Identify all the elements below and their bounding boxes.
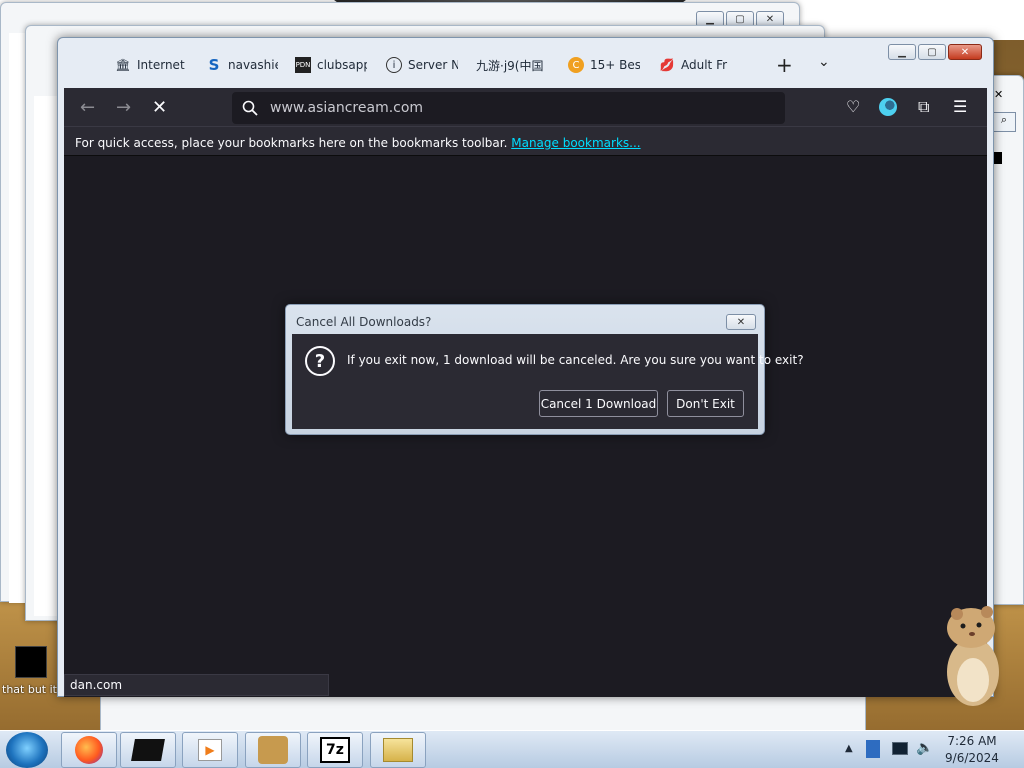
play-icon: ▶ <box>198 739 222 761</box>
black-box-icon <box>131 739 165 761</box>
question-icon: ? <box>305 346 335 376</box>
desktop-file-icon[interactable] <box>15 646 47 678</box>
close-button[interactable]: ✕ <box>948 44 982 60</box>
dialog-body: ? If you exit now, 1 download will be ca… <box>292 334 804 429</box>
menu-icon[interactable]: ☰ <box>953 97 967 116</box>
speaker-icon[interactable]: 🔈 <box>916 740 933 756</box>
forward-arrow-icon[interactable]: → <box>116 97 131 118</box>
tab-strip: 🏛 Internet S navashie PDN clubsapp i Ser… <box>58 38 993 88</box>
pdn-logo-icon: PDN <box>295 57 311 73</box>
clock-date[interactable]: 9/6/2024 <box>942 751 1002 765</box>
stop-loading-icon[interactable]: ✕ <box>152 97 167 118</box>
taskbar-sandboxie[interactable] <box>245 732 301 768</box>
clock-time[interactable]: 7:26 AM <box>942 734 1002 748</box>
taskbar-app[interactable] <box>120 732 176 768</box>
tab-label: navashie <box>228 58 278 72</box>
tab-label: Server N <box>408 58 458 72</box>
chevron-down-icon[interactable]: ⌄ <box>818 54 830 70</box>
window-fragment <box>994 152 1002 164</box>
tab-internet[interactable]: 🏛 Internet <box>115 54 187 76</box>
tab-label: clubsapp <box>317 58 367 72</box>
dont-exit-button[interactable]: Don't Exit <box>667 390 744 417</box>
s-logo-icon: S <box>208 56 220 74</box>
tab-label: 九游·j9(中国 <box>476 58 544 73</box>
dialog-title: Cancel All Downloads? <box>296 315 432 329</box>
status-url: dan.com <box>64 674 329 696</box>
taskbar: ▶ 7z ▲ 🔈 7:26 AM 9/6/2024 <box>0 730 1024 768</box>
monitor-icon[interactable] <box>892 742 908 755</box>
cancel-download-button[interactable]: Cancel 1 Download <box>539 390 658 417</box>
tab-label: 15+ Best <box>590 58 640 72</box>
c-logo-icon: C <box>568 57 584 73</box>
bookmarks-toolbar: For quick access, place your bookmarks h… <box>64 126 987 156</box>
tab-server[interactable]: i Server N <box>386 54 458 76</box>
start-button[interactable] <box>6 732 48 768</box>
close-button[interactable]: ✕ <box>726 314 756 330</box>
info-icon: i <box>386 57 402 73</box>
lips-icon: 💋 <box>659 58 675 72</box>
tab-clubsapp[interactable]: PDN clubsapp <box>295 54 367 76</box>
maximize-button[interactable]: ▢ <box>918 44 946 60</box>
navigation-toolbar: ← → ✕ www.asiancream.com ♡ ⧉ ☰ <box>64 88 987 126</box>
dialog-message: If you exit now, 1 download will be canc… <box>347 353 804 367</box>
window-content <box>34 96 59 616</box>
window-caption-buttons: ▁ ▢ ✕ <box>888 44 982 60</box>
background-window-bottom <box>100 695 866 730</box>
tab-navashie[interactable]: S navashie <box>206 54 278 76</box>
address-bar[interactable]: www.asiancream.com <box>232 92 785 124</box>
tab-15-best[interactable]: C 15+ Best <box>568 54 640 76</box>
pocket-icon[interactable]: ♡ <box>846 97 860 116</box>
search-icon[interactable]: ⌕ <box>992 112 1016 132</box>
desktop-icon-label[interactable]: that but it <box>2 683 62 696</box>
address-text[interactable]: www.asiancream.com <box>270 100 423 116</box>
tab-j9[interactable]: 九游·j9(中国 <box>476 54 548 76</box>
search-icon <box>242 100 258 116</box>
bank-icon: 🏛 <box>115 58 131 72</box>
close-icon[interactable]: ✕ <box>994 88 1003 101</box>
account-icon[interactable] <box>879 98 897 116</box>
7zip-icon: 7z <box>320 737 350 763</box>
bookmarks-message: For quick access, place your bookmarks h… <box>75 136 508 150</box>
tab-label: Internet <box>137 58 185 72</box>
tab-adult[interactable]: 💋 Adult Fr <box>659 54 731 76</box>
extensions-icon[interactable]: ⧉ <box>918 97 929 117</box>
new-tab-button[interactable]: + <box>776 53 793 77</box>
back-arrow-icon[interactable]: ← <box>80 97 95 118</box>
sandboxie-icon <box>258 736 288 764</box>
tray-expand-icon[interactable]: ▲ <box>845 743 853 754</box>
minimize-button[interactable]: ▁ <box>888 44 916 60</box>
taskbar-7zip[interactable]: 7z <box>307 732 363 768</box>
taskbar-media-player[interactable]: ▶ <box>182 732 238 768</box>
folder-icon <box>383 738 413 762</box>
tray-app-icon[interactable] <box>866 740 880 758</box>
taskbar-file-explorer[interactable] <box>370 732 426 768</box>
firefox-icon <box>75 736 103 764</box>
tab-label: Adult Fr <box>681 58 728 72</box>
cancel-downloads-dialog: Cancel All Downloads? ✕ ? If you exit no… <box>285 304 804 435</box>
taskbar-firefox[interactable] <box>61 732 117 768</box>
hamster-mascot <box>947 606 999 706</box>
manage-bookmarks-link[interactable]: Manage bookmarks... <box>511 136 640 150</box>
